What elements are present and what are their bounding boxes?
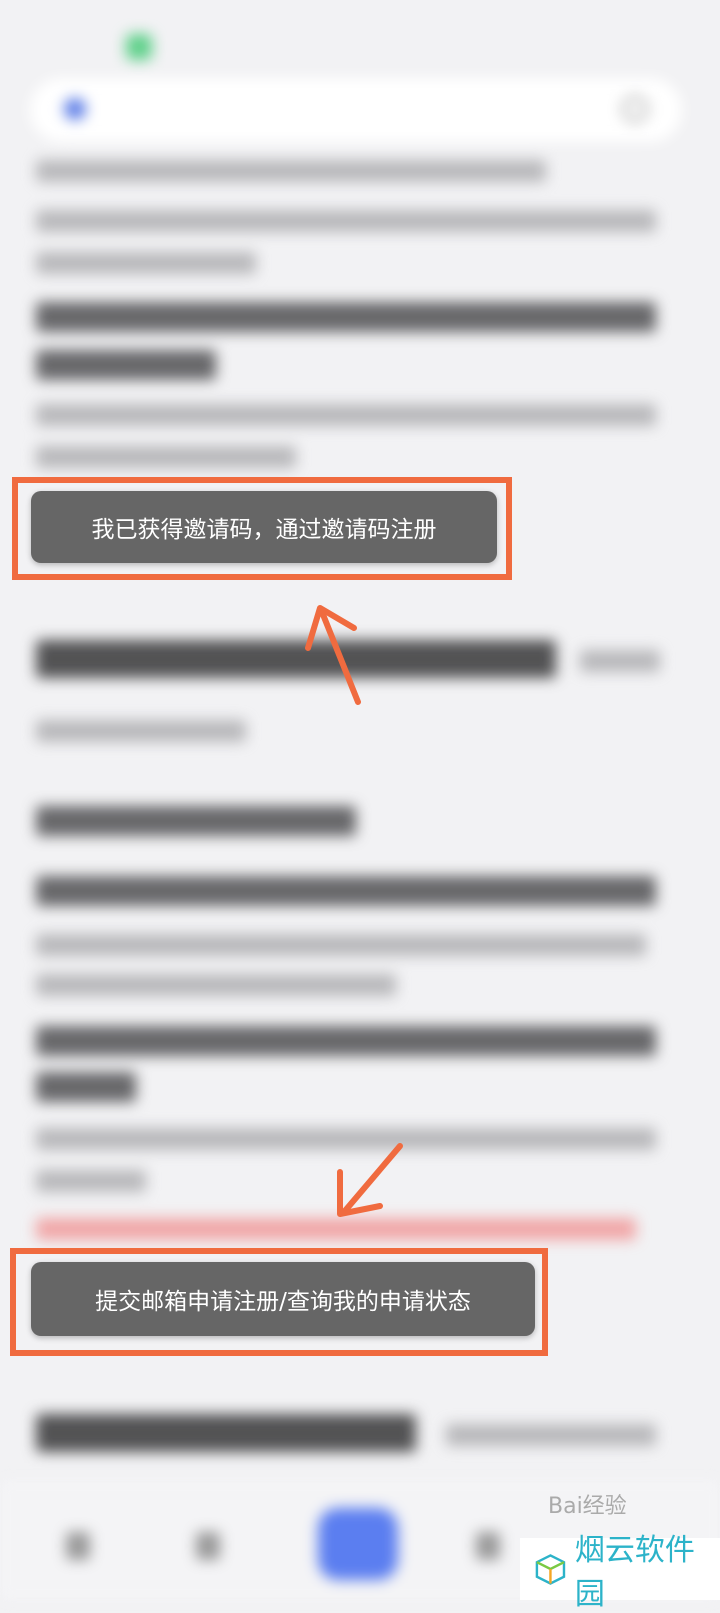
baidu-watermark: Bai经验 bbox=[548, 1494, 627, 1519]
annotation-arrows bbox=[305, 605, 403, 1217]
cube-logo-icon bbox=[535, 1554, 566, 1585]
site-watermark: 烟云软件园 bbox=[520, 1533, 720, 1612]
arrow-down-shaft bbox=[341, 1143, 403, 1215]
